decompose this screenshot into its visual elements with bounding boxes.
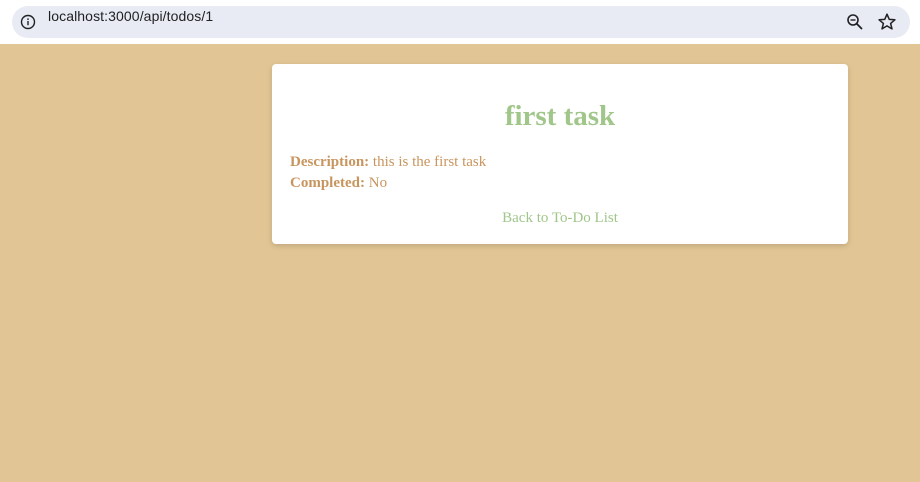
completed-label: Completed:	[290, 175, 365, 191]
address-bar-url[interactable]: localhost:3000/api/todos/1	[48, 0, 213, 32]
back-to-list-link[interactable]: Back to To-Do List	[272, 208, 848, 228]
completed-row: Completed: No	[290, 173, 387, 193]
zoom-icon[interactable]	[846, 13, 864, 31]
completed-value: No	[368, 175, 388, 191]
bookmark-star-icon[interactable]	[877, 12, 897, 32]
description-row: Description: this is the first task	[290, 152, 486, 172]
task-title: first task	[504, 100, 616, 132]
browser-toolbar: localhost:3000/api/todos/1	[0, 0, 920, 44]
description-value: this is the first task	[372, 154, 487, 170]
site-info-icon[interactable]	[20, 14, 36, 30]
todo-detail-card: first task Description: this is the firs…	[272, 64, 848, 244]
description-label: Description:	[290, 154, 370, 170]
